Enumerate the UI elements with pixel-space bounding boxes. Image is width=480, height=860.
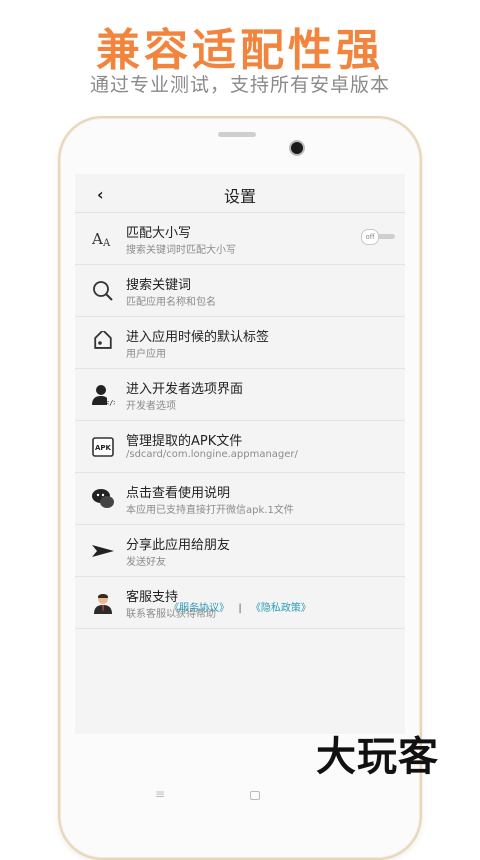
page-title: 设置 <box>223 187 256 206</box>
setting-sublabel: 匹配应用名称和包名 <box>126 297 216 308</box>
promo-title: 兼容适配性强 <box>96 25 384 76</box>
link-separator: | <box>238 603 242 614</box>
setting-label: 进入开发者选项界面 <box>126 382 244 397</box>
service-agreement-link[interactable]: 《服务协议》 <box>169 603 229 614</box>
setting-sublabel: 本应用已支持直接打开微信apk.1文件 <box>126 505 294 516</box>
chat-icon <box>91 487 115 511</box>
svg-text:</>: </> <box>105 399 115 407</box>
setting-row-search-keyword[interactable]: 搜索关键词 匹配应用名称和包名 <box>75 265 405 317</box>
promo-subtitle: 通过专业测试，支持所有安卓版本 <box>89 74 390 96</box>
setting-label: 搜索关键词 <box>126 278 192 293</box>
menu-icon[interactable]: ≡ <box>155 787 165 801</box>
svg-text:A: A <box>91 230 103 248</box>
home-icon[interactable] <box>250 791 260 800</box>
tag-icon <box>91 331 115 355</box>
app-header: ‹ 设置 <box>75 174 405 213</box>
developer-icon: </> <box>91 383 115 407</box>
phone-camera <box>289 140 305 156</box>
privacy-policy-link[interactable]: 《隐私政策》 <box>251 603 311 614</box>
setting-label: 进入应用时候的默认标签 <box>126 330 270 345</box>
settings-list: A A 匹配大小写 搜索关键词时匹配大小写 off 搜索关键词 匹配应用名称和包… <box>75 213 405 629</box>
svg-text:APK: APK <box>95 444 112 452</box>
setting-label: 点击查看使用说明 <box>126 486 231 501</box>
setting-sublabel: /sdcard/com.longine.appmanager/ <box>126 449 298 460</box>
setting-label: 匹配大小写 <box>126 226 192 241</box>
send-icon <box>91 539 115 563</box>
setting-row-match-case[interactable]: A A 匹配大小写 搜索关键词时匹配大小写 off <box>75 213 405 265</box>
setting-sublabel: 搜索关键词时匹配大小写 <box>126 245 236 256</box>
search-icon <box>91 279 115 303</box>
svg-text:A: A <box>102 238 111 249</box>
setting-label: 分享此应用给朋友 <box>126 538 231 553</box>
match-case-toggle[interactable]: off <box>361 229 395 245</box>
setting-sublabel: 开发者选项 <box>126 401 176 412</box>
setting-row-instructions[interactable]: 点击查看使用说明 本应用已支持直接打开微信apk.1文件 <box>75 473 405 525</box>
setting-sublabel: 发送好友 <box>126 557 166 568</box>
settings-screen: ‹ 设置 A A 匹配大小写 搜索关键词时匹配大小写 off 搜索关键词 匹配应… <box>75 174 405 801</box>
phone-speaker <box>218 132 256 137</box>
apk-icon: APK <box>91 435 115 459</box>
setting-row-developer-options[interactable]: </> 进入开发者选项界面 开发者选项 <box>75 369 405 421</box>
footer-links: 《服务协议》 | 《隐私政策》 <box>75 599 405 614</box>
setting-sublabel: 用户应用 <box>126 349 166 360</box>
letter-case-icon: A A <box>91 227 115 251</box>
setting-row-apk-files[interactable]: APK 管理提取的APK文件 /sdcard/com.longine.appma… <box>75 421 405 473</box>
setting-label: 管理提取的APK文件 <box>126 434 243 449</box>
setting-row-default-tab[interactable]: 进入应用时候的默认标签 用户应用 <box>75 317 405 369</box>
toggle-state: off <box>361 229 379 245</box>
setting-row-share[interactable]: 分享此应用给朋友 发送好友 <box>75 525 405 577</box>
watermark: 大玩客 <box>316 734 439 780</box>
